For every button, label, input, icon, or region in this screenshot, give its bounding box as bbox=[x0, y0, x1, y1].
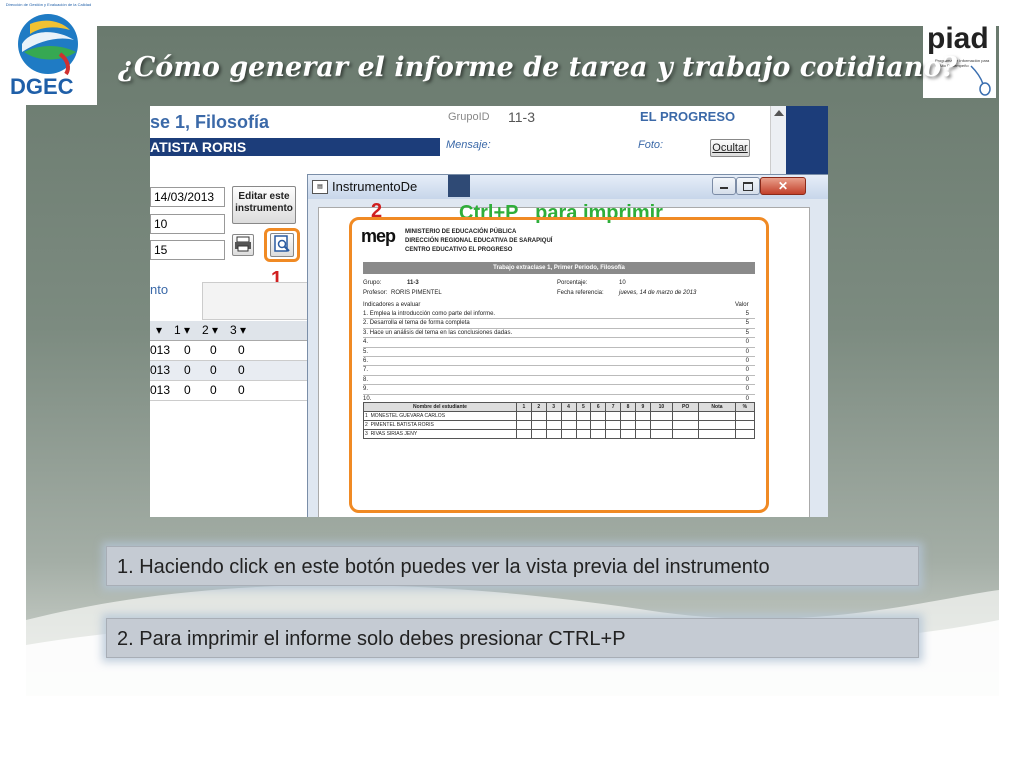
doc-header-line: CENTRO EDUCATIVO EL PROGRESO bbox=[405, 247, 513, 253]
doc-porcentaje-label: Porcentaje: bbox=[557, 280, 588, 286]
minimize-icon bbox=[720, 187, 728, 189]
indicator-row: 6. 0 bbox=[363, 357, 755, 367]
maximize-icon bbox=[743, 182, 753, 191]
grid-cell: 0 bbox=[238, 383, 245, 397]
grid-cell: 0 bbox=[184, 363, 191, 377]
grid-header-1[interactable]: 1 ▾ bbox=[174, 323, 190, 337]
students-table-header: Nombre del estudiante 1 2 3 4 5 6 7 8 9 … bbox=[363, 402, 756, 412]
doc-fecha-value: jueves, 14 de marzo de 2013 bbox=[619, 290, 697, 296]
caption-step-1: 1. Haciendo click en este botón puedes v… bbox=[106, 546, 919, 586]
doc-profesor-label: Profesor: bbox=[363, 290, 388, 296]
indicator-row: 7. 0 bbox=[363, 366, 755, 376]
field-two[interactable]: 10 bbox=[150, 214, 225, 234]
field-three[interactable]: 15 bbox=[150, 240, 225, 260]
preview-button[interactable] bbox=[270, 233, 294, 257]
student-banner-text: ATISTA RORIS bbox=[150, 139, 247, 155]
indicator-row: 4. 0 bbox=[363, 338, 755, 348]
report-document: mep MINISTERIO DE EDUCACIÓN PÚBLICA DIRE… bbox=[357, 224, 757, 514]
indicator-row: 9. 0 bbox=[363, 385, 755, 395]
doc-indicators: 1. Emplea la introducción como parte del… bbox=[363, 310, 755, 403]
caption-step-2: 2. Para imprimir el informe solo debes p… bbox=[106, 618, 919, 658]
groupid-value: 11-3 bbox=[508, 109, 535, 125]
close-button[interactable]: ✕ bbox=[760, 177, 806, 195]
indicator-row: 8. 0 bbox=[363, 376, 755, 386]
dgec-logo: Dirección de Gestión y Evaluación de la … bbox=[0, 0, 97, 105]
student-banner: ATISTA RORIS bbox=[150, 138, 440, 156]
doc-valor-label: Valor bbox=[735, 302, 749, 308]
grid-cell: 013 bbox=[150, 383, 171, 397]
grid-header: ▾ 1 ▾ 2 ▾ 3 ▾ bbox=[150, 321, 308, 341]
mep-logo: mep bbox=[361, 226, 396, 246]
dialog-titlebar[interactable]: ▤ InstrumentoDe ✕ bbox=[308, 175, 828, 199]
mouse-cable-icon bbox=[970, 65, 991, 96]
preview-area: 2 Ctrl+P para imprimir mep MINISTERIO DE… bbox=[318, 200, 810, 517]
doc-banner: Trabajo extraclase 1, Primer Periodo, Fi… bbox=[363, 262, 755, 274]
side-panel bbox=[202, 282, 308, 320]
maximize-button[interactable] bbox=[736, 177, 760, 195]
grid-cell: 0 bbox=[210, 383, 217, 397]
mensaje-label: Mensaje: bbox=[446, 139, 491, 151]
table-row[interactable]: 013 0 0 0 bbox=[150, 341, 308, 361]
doc-porcentaje-value: 10 bbox=[619, 280, 626, 286]
dialog-app-icon: ▤ bbox=[312, 180, 328, 194]
grid-cell: 0 bbox=[184, 343, 191, 357]
grid-cell: 0 bbox=[184, 383, 191, 397]
grid-header-2[interactable]: 2 ▾ bbox=[202, 323, 218, 337]
doc-indicadores-label: Indicadores a evaluar bbox=[363, 302, 421, 308]
doc-header-line: MINISTERIO DE EDUCACIÓN PÚBLICA bbox=[405, 229, 517, 235]
close-icon: ✕ bbox=[777, 179, 789, 193]
scroll-up-arrow-icon[interactable] bbox=[774, 110, 784, 116]
dgec-logo-text: DGEC bbox=[10, 74, 74, 99]
doc-profesor-value: RORIS PIMENTEL bbox=[391, 290, 442, 296]
student-row: 3 RIVAS SIRIAS JENY bbox=[363, 429, 756, 439]
scrollbar[interactable] bbox=[770, 106, 787, 176]
dialog-dark-tab bbox=[448, 175, 470, 197]
grid-cell: 013 bbox=[150, 363, 171, 377]
table-row[interactable]: 013 0 0 0 bbox=[150, 381, 308, 401]
grid-cell: 0 bbox=[238, 363, 245, 377]
student-row: 1 MONESTEL GUEVARA CARLOS bbox=[363, 411, 756, 421]
slide-title: ¿Cómo generar el informe de tarea y trab… bbox=[118, 52, 958, 83]
doc-grupo-value: 11-3 bbox=[407, 280, 419, 286]
edit-instrument-button[interactable]: Editar este instrumento bbox=[232, 186, 296, 224]
dgec-ring-text: Dirección de Gestión y Evaluación de la … bbox=[5, 2, 92, 7]
grid-cell: 0 bbox=[210, 363, 217, 377]
dialog-title: InstrumentoDe bbox=[332, 179, 418, 194]
app-screenshot: se 1, Filosofía ATISTA RORIS GrupoID 11-… bbox=[150, 106, 828, 517]
students-table: Nombre del estudiante 1 2 3 4 5 6 7 8 9 … bbox=[363, 402, 756, 439]
print-button[interactable] bbox=[232, 234, 254, 256]
print-preview-icon bbox=[274, 235, 290, 252]
grades-grid: ▾ 1 ▾ 2 ▾ 3 ▾ 013 0 0 0 013 0 0 0 013 0 0 0 bbox=[150, 321, 308, 401]
indicator-row: 3. Hace un análisis del tema en las conc… bbox=[363, 329, 755, 339]
instrument-dialog: ▤ InstrumentoDe ✕ 2 Ctrl+P para imprimir bbox=[307, 174, 828, 517]
student-row: 2 PIMENTEL BATISTA RORIS bbox=[363, 420, 756, 430]
grid-cell: 0 bbox=[210, 343, 217, 357]
doc-header: MINISTERIO DE EDUCACIÓN PÚBLICA DIRECCIÓ… bbox=[405, 228, 552, 255]
table-row[interactable]: 013 0 0 0 bbox=[150, 361, 308, 381]
school-name: EL PROGRESO bbox=[640, 109, 736, 124]
grid-header-sort-icon[interactable]: ▾ bbox=[156, 323, 162, 337]
course-title: se 1, Filosofía bbox=[150, 112, 270, 132]
doc-grupo-label: Grupo: bbox=[363, 280, 382, 286]
side-label: nto bbox=[150, 282, 169, 297]
indicator-row: 2. Desarrolla el tema de forma completa 5 bbox=[363, 319, 755, 329]
grid-header-3[interactable]: 3 ▾ bbox=[230, 323, 246, 337]
minimize-button[interactable] bbox=[712, 177, 736, 195]
ocultar-button[interactable]: Ocultar bbox=[710, 139, 750, 157]
grid-cell: 0 bbox=[238, 343, 245, 357]
right-strip bbox=[786, 106, 828, 176]
indicator-row: 5. 0 bbox=[363, 348, 755, 358]
groupid-label: GrupoID bbox=[448, 111, 490, 123]
date-field[interactable]: 14/03/2013 bbox=[150, 187, 225, 207]
piad-logo-text: piad bbox=[927, 22, 989, 55]
doc-header-line: DIRECCIÓN REGIONAL EDUCATIVA DE SARAPIQU… bbox=[405, 238, 553, 244]
printer-icon bbox=[235, 236, 251, 252]
foto-label: Foto: bbox=[638, 139, 664, 151]
doc-fecha-label: Fecha referencia: bbox=[557, 290, 604, 296]
grid-cell: 013 bbox=[150, 343, 171, 357]
indicator-row: 1. Emplea la introducción como parte del… bbox=[363, 310, 755, 320]
